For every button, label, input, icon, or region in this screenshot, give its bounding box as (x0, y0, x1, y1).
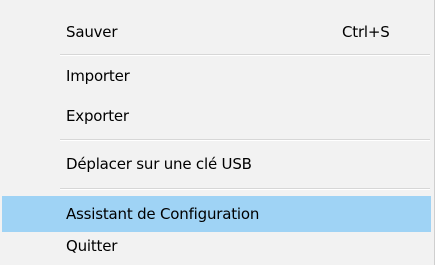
menu-item-label: Quitter (66, 237, 118, 255)
menu-item-sauver[interactable]: Sauver Ctrl+S (2, 14, 431, 50)
context-menu: Sauver Ctrl+S Importer Exporter Déplacer… (0, 0, 435, 265)
menu-separator (60, 54, 430, 56)
menu-item-exporter[interactable]: Exporter (2, 98, 431, 134)
menu-item-label: Sauver (66, 23, 118, 41)
menu-item-shortcut: Ctrl+S (342, 23, 390, 41)
menu-item-deplacer-usb[interactable]: Déplacer sur une clé USB (2, 146, 431, 182)
menu-item-label: Importer (66, 67, 130, 85)
menu-item-label: Déplacer sur une clé USB (66, 155, 252, 173)
menu-separator (60, 139, 430, 141)
menu-separator (60, 188, 430, 190)
menu-item-assistant-configuration[interactable]: Assistant de Configuration (2, 196, 431, 232)
menu-item-label: Assistant de Configuration (66, 205, 260, 223)
menu-item-label: Exporter (66, 107, 129, 125)
menu-item-quitter[interactable]: Quitter (2, 230, 431, 262)
menu-item-importer[interactable]: Importer (2, 58, 431, 94)
